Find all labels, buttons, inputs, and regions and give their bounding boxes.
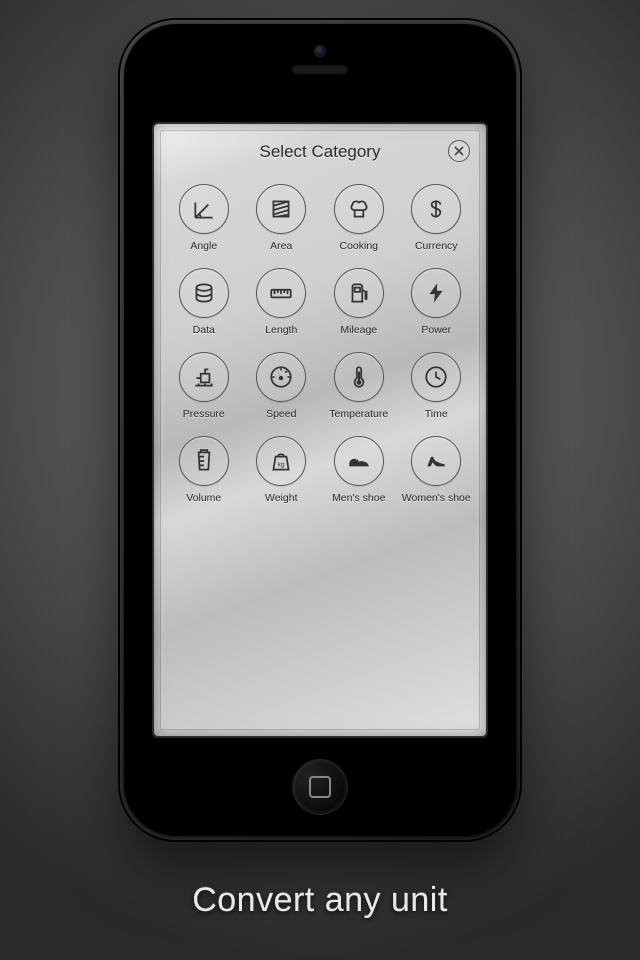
category-label: Men's shoe [332,492,385,504]
time-icon [411,352,461,402]
page-title: Select Category [154,142,486,162]
category-power[interactable]: Power [401,268,473,336]
close-icon [454,146,464,156]
phone-speaker [292,64,348,74]
category-label: Speed [266,408,296,420]
category-label: Women's shoe [402,492,471,504]
category-speed[interactable]: Speed [246,352,318,420]
currency-icon [411,184,461,234]
power-icon [411,268,461,318]
category-label: Cooking [339,240,378,252]
category-area[interactable]: Area [246,184,318,252]
category-label: Mileage [340,324,377,336]
category-length[interactable]: Length [246,268,318,336]
data-icon [179,268,229,318]
header: Select Category [154,124,486,170]
app-screen: Select Category Angle [154,124,486,736]
category-label: Volume [186,492,221,504]
area-icon [256,184,306,234]
category-pressure[interactable]: Pressure [168,352,240,420]
phone-body: Select Category Angle [124,24,516,836]
temperature-icon [334,352,384,402]
volume-icon [179,436,229,486]
womens-shoe-icon [411,436,461,486]
category-label: Weight [265,492,298,504]
category-data[interactable]: Data [168,268,240,336]
tagline: Convert any unit [0,881,640,920]
mileage-icon [334,268,384,318]
speed-icon [256,352,306,402]
category-label: Time [425,408,448,420]
weight-icon: kg [256,436,306,486]
pressure-icon [179,352,229,402]
category-time[interactable]: Time [401,352,473,420]
category-angle[interactable]: Angle [168,184,240,252]
category-womens-shoe[interactable]: Women's shoe [401,436,473,504]
phone-camera [315,46,325,56]
close-button[interactable] [448,140,470,162]
category-label: Temperature [329,408,388,420]
category-mens-shoe[interactable]: Men's shoe [323,436,395,504]
category-label: Area [270,240,292,252]
category-cooking[interactable]: Cooking [323,184,395,252]
category-label: Length [265,324,297,336]
cooking-icon [334,184,384,234]
category-volume[interactable]: Volume [168,436,240,504]
category-label: Data [193,324,215,336]
category-grid: Angle Area Cooking [154,170,486,518]
phone-frame: Select Category Angle [120,20,520,840]
category-weight[interactable]: kg Weight [246,436,318,504]
length-icon [256,268,306,318]
category-label: Pressure [183,408,225,420]
category-label: Power [421,324,451,336]
category-label: Currency [415,240,458,252]
category-currency[interactable]: Currency [401,184,473,252]
category-mileage[interactable]: Mileage [323,268,395,336]
category-temperature[interactable]: Temperature [323,352,395,420]
category-label: Angle [190,240,217,252]
svg-text:kg: kg [278,461,285,468]
mens-shoe-icon [334,436,384,486]
home-button[interactable] [293,760,347,814]
angle-icon [179,184,229,234]
